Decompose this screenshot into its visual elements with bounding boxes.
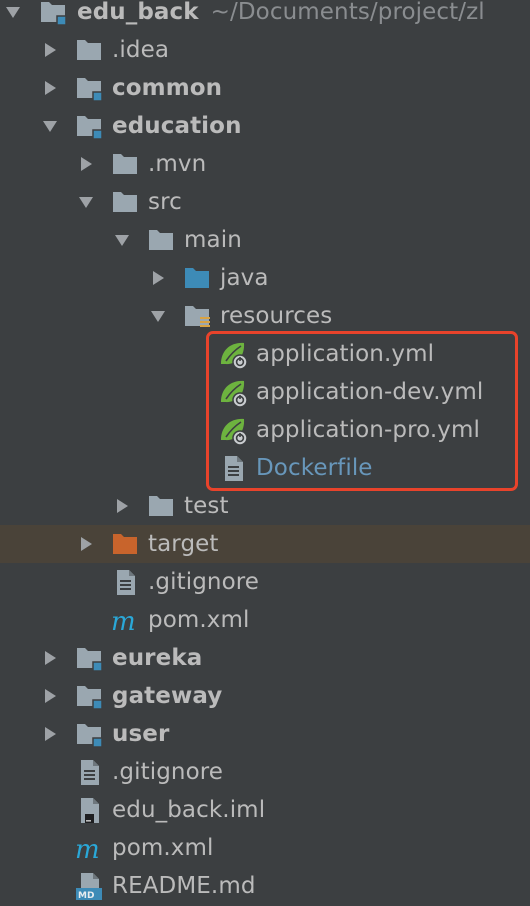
folder-icon xyxy=(109,186,141,218)
tree-row-java[interactable]: java xyxy=(0,259,530,297)
module-folder-icon xyxy=(73,110,105,142)
triangle-right-icon[interactable] xyxy=(42,80,58,96)
source-folder-icon xyxy=(181,262,213,294)
triangle-down-icon[interactable] xyxy=(114,232,130,248)
resources-folder-icon xyxy=(181,300,213,332)
svg-text:MD: MD xyxy=(78,891,94,901)
triangle-right-icon[interactable] xyxy=(78,536,94,552)
spring-config-icon xyxy=(217,338,249,370)
tree-label-idea: .idea xyxy=(112,37,170,63)
module-folder-icon xyxy=(73,718,105,750)
tree-row-root-pom[interactable]: m pom.xml xyxy=(0,829,530,867)
tree-row-user[interactable]: user xyxy=(0,715,530,753)
tree-label-application-pro-yml: application-pro.yml xyxy=(256,417,481,443)
folder-icon xyxy=(145,490,177,522)
tree-row-application-dev-yml[interactable]: application-dev.yml xyxy=(0,373,530,411)
tree-row-application-yml[interactable]: application.yml xyxy=(0,335,530,373)
tree-row-education-pom[interactable]: m pom.xml xyxy=(0,601,530,639)
tree-row-iml[interactable]: edu_back.iml xyxy=(0,791,530,829)
tree-row-test[interactable]: test xyxy=(0,487,530,525)
tree-row-dockerfile[interactable]: Dockerfile xyxy=(0,449,530,487)
tree-label-education-gitignore: .gitignore xyxy=(148,569,260,595)
tree-label-mvn: .mvn xyxy=(148,151,207,177)
root-path: ~/Documents/project/zl xyxy=(210,0,485,25)
excluded-folder-icon xyxy=(109,528,141,560)
triangle-right-icon[interactable] xyxy=(42,650,58,666)
svg-text:m: m xyxy=(111,607,136,636)
text-file-icon xyxy=(73,756,105,788)
triangle-right-icon[interactable] xyxy=(78,156,94,172)
tree-row-education-gitignore[interactable]: .gitignore xyxy=(0,563,530,601)
tree-row-main[interactable]: main xyxy=(0,221,530,259)
tree-label-gateway: gateway xyxy=(112,683,223,709)
tree-row-edu-back[interactable]: edu_back ~/Documents/project/zl xyxy=(0,0,530,31)
tree-row-target[interactable]: target xyxy=(0,525,530,563)
tree-row-root-gitignore[interactable]: .gitignore xyxy=(0,753,530,791)
tree-label-test: test xyxy=(184,493,229,519)
tree-label-resources: resources xyxy=(220,303,333,329)
tree-label-dockerfile: Dockerfile xyxy=(256,455,373,481)
tree-label-common: common xyxy=(112,75,223,101)
triangle-right-icon[interactable] xyxy=(42,42,58,58)
tree-row-src[interactable]: src xyxy=(0,183,530,221)
triangle-right-icon[interactable] xyxy=(114,498,130,514)
tree-label-java: java xyxy=(220,265,269,291)
folder-icon xyxy=(145,224,177,256)
triangle-down-icon[interactable] xyxy=(78,194,94,210)
module-folder-icon xyxy=(73,680,105,712)
tree-label-root-pom: pom.xml xyxy=(112,835,214,861)
triangle-down-icon[interactable] xyxy=(5,4,21,20)
tree-label-src: src xyxy=(148,189,182,215)
tree-label-root-gitignore: .gitignore xyxy=(112,759,224,785)
module-folder-icon xyxy=(37,0,69,28)
tree-row-idea[interactable]: .idea xyxy=(0,31,530,69)
tree-row-common[interactable]: common xyxy=(0,69,530,107)
spring-config-icon xyxy=(217,376,249,408)
tree-label-root: edu_back ~/Documents/project/zl xyxy=(77,0,485,25)
maven-icon: m xyxy=(73,832,105,864)
triangle-down-icon[interactable] xyxy=(42,118,58,134)
tree-label-readme: README.md xyxy=(112,873,256,899)
text-file-icon xyxy=(217,452,249,484)
project-tree: edu_back ~/Documents/project/zl .idea com… xyxy=(0,0,530,906)
tree-row-readme[interactable]: MD README.md xyxy=(0,867,530,905)
tree-label-application-dev-yml: application-dev.yml xyxy=(256,379,484,405)
tree-row-resources[interactable]: resources xyxy=(0,297,530,335)
module-folder-icon xyxy=(73,72,105,104)
tree-label-education-pom: pom.xml xyxy=(148,607,250,633)
tree-row-education[interactable]: education xyxy=(0,107,530,145)
iml-file-icon xyxy=(73,794,105,826)
tree-row-eureka[interactable]: eureka xyxy=(0,639,530,677)
tree-row-application-pro-yml[interactable]: application-pro.yml xyxy=(0,411,530,449)
tree-label-iml: edu_back.iml xyxy=(112,797,266,823)
maven-icon: m xyxy=(109,604,141,636)
tree-row-mvn[interactable]: .mvn xyxy=(0,145,530,183)
folder-icon xyxy=(73,34,105,66)
folder-icon xyxy=(109,148,141,180)
text-file-icon xyxy=(109,566,141,598)
triangle-right-icon[interactable] xyxy=(150,270,166,286)
tree-label-eureka: eureka xyxy=(112,645,203,671)
markdown-icon: MD xyxy=(73,870,105,902)
tree-label-application-yml: application.yml xyxy=(256,341,435,367)
tree-label-user: user xyxy=(112,721,170,747)
tree-label-education: education xyxy=(112,113,242,139)
triangle-down-icon[interactable] xyxy=(150,308,166,324)
tree-label-main: main xyxy=(184,227,242,253)
tree-label-target: target xyxy=(148,531,219,557)
spring-config-icon xyxy=(217,414,249,446)
tree-row-gateway[interactable]: gateway xyxy=(0,677,530,715)
svg-text:m: m xyxy=(75,835,100,864)
triangle-right-icon[interactable] xyxy=(42,688,58,704)
module-folder-icon xyxy=(73,642,105,674)
triangle-right-icon[interactable] xyxy=(42,726,58,742)
